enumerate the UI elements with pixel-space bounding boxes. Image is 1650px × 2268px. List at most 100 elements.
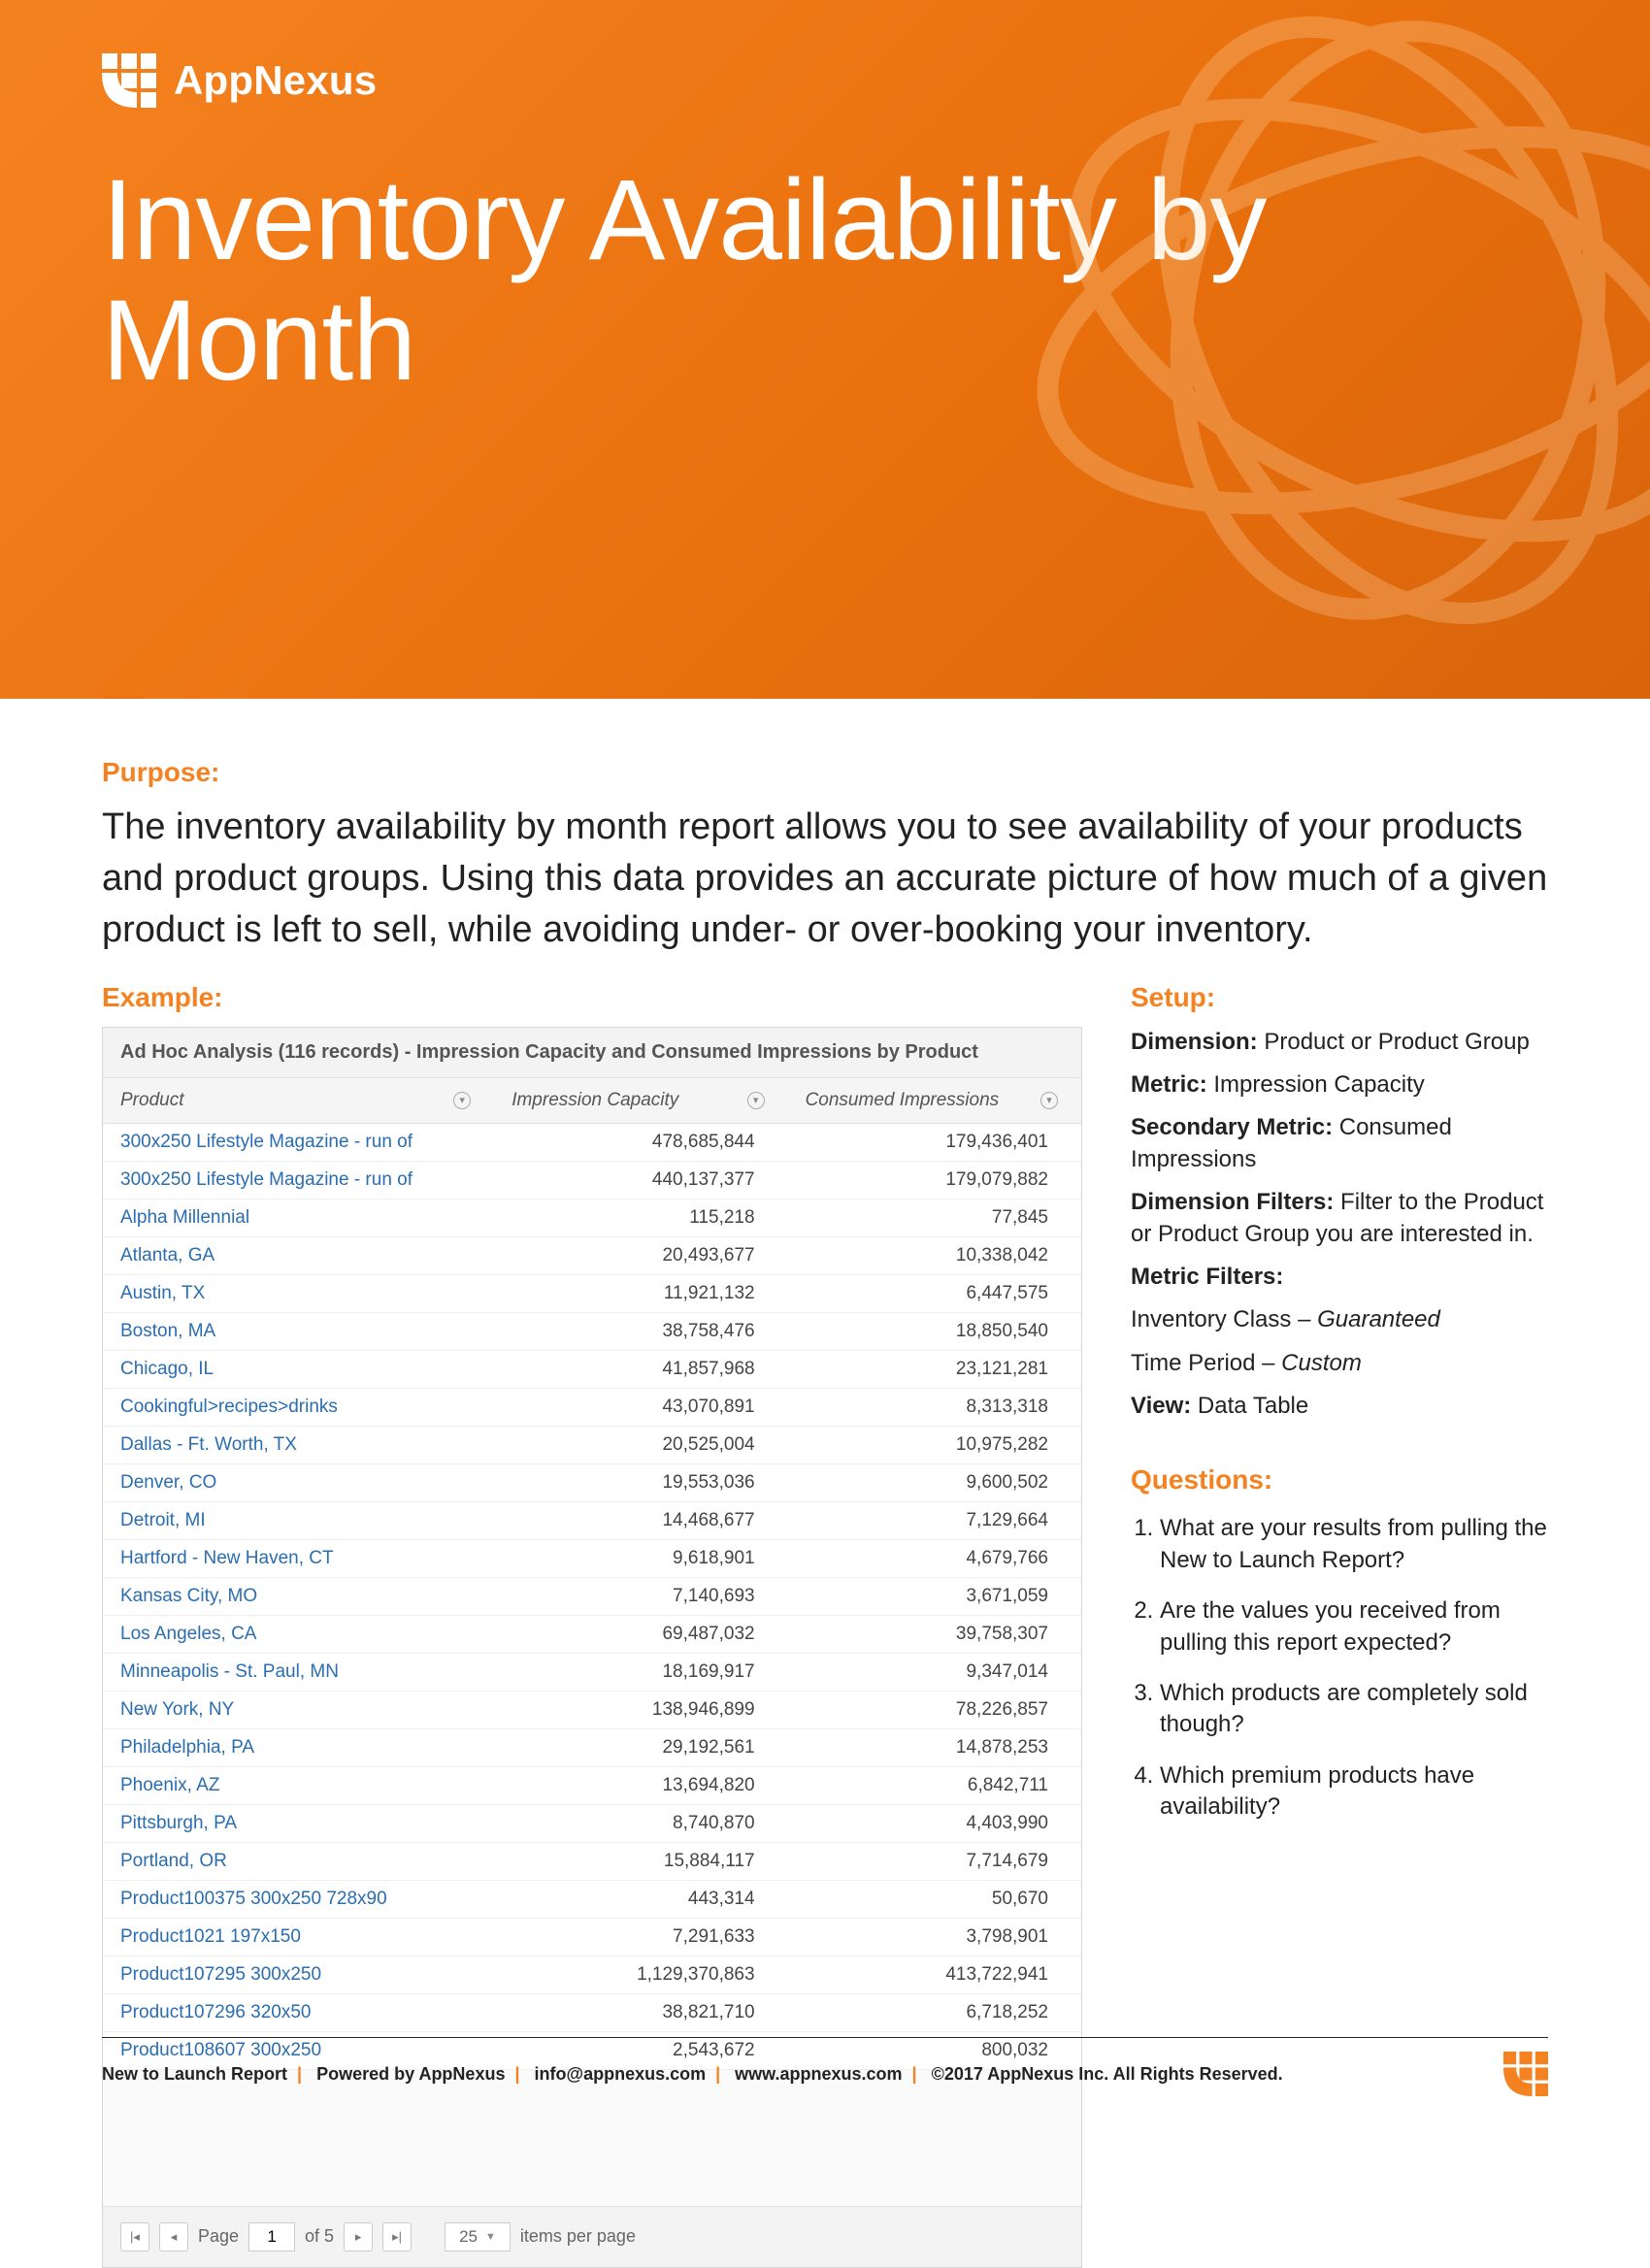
decorative-rings [951,0,1650,699]
setup-label: Setup: [1131,982,1548,1013]
cell-consumed: 50,670 [788,1880,1081,1918]
table-row: Denver, CO19,553,0369,600,502 [103,1463,1081,1501]
cell-consumed: 10,338,042 [788,1236,1081,1274]
cell-consumed: 39,758,307 [788,1615,1081,1653]
setup-dimension-filters: Dimension Filters: Filter to the Product… [1131,1187,1548,1250]
cell-product[interactable]: Dallas - Ft. Worth, TX [103,1426,494,1463]
cell-product[interactable]: Product100375 300x250 728x90 [103,1880,494,1918]
cell-capacity: 11,921,132 [494,1274,787,1312]
cell-consumed: 179,436,401 [788,1123,1081,1161]
pager-next-button[interactable]: ▸ [344,2222,373,2252]
sort-icon[interactable]: ▾ [747,1092,765,1109]
brand-name: AppNexus [174,57,377,104]
cell-capacity: 443,314 [494,1880,787,1918]
table-row: Pittsburgh, PA8,740,8704,403,990 [103,1804,1081,1842]
cell-capacity: 20,493,677 [494,1236,787,1274]
table-row: Product107296 320x5038,821,7106,718,252 [103,1993,1081,2031]
cell-consumed: 18,850,540 [788,1312,1081,1350]
cell-product[interactable]: Pittsburgh, PA [103,1804,494,1842]
pager-first-button[interactable]: |◂ [120,2222,149,2252]
cell-product[interactable]: Portland, OR [103,1842,494,1880]
cell-capacity: 1,129,370,863 [494,1956,787,1993]
cell-consumed: 6,447,575 [788,1274,1081,1312]
table-row: Hartford - New Haven, CT9,618,9014,679,7… [103,1539,1081,1577]
setup-metric-filters-label: Metric Filters: [1131,1262,1548,1293]
cell-consumed: 6,842,711 [788,1766,1081,1804]
cell-product[interactable]: 300x250 Lifestyle Magazine - run of [103,1161,494,1199]
cell-capacity: 43,070,891 [494,1388,787,1426]
cell-capacity: 41,857,968 [494,1350,787,1388]
cell-capacity: 15,884,117 [494,1842,787,1880]
setup-view: View: Data Table [1131,1391,1548,1422]
cell-product[interactable]: Austin, TX [103,1274,494,1312]
cell-consumed: 23,121,281 [788,1350,1081,1388]
cell-consumed: 413,722,941 [788,1956,1081,1993]
table-row: Product107295 300x2501,129,370,863413,72… [103,1956,1081,1993]
cell-consumed: 3,671,059 [788,1577,1081,1615]
cell-product[interactable]: Cookingful>recipes>drinks [103,1388,494,1426]
cell-product[interactable]: Product107295 300x250 [103,1956,494,1993]
cell-product[interactable]: Product107296 320x50 [103,1993,494,2031]
sort-icon[interactable]: ▾ [1040,1092,1058,1109]
cell-consumed: 9,347,014 [788,1653,1081,1691]
pager-of-label: of 5 [305,2226,334,2247]
question-item: Are the values you received from pulling… [1160,1595,1548,1659]
cell-product[interactable]: Product1021 197x150 [103,1918,494,1956]
cell-capacity: 69,487,032 [494,1615,787,1653]
table-row: Alpha Millennial115,21877,845 [103,1199,1081,1236]
setup-metric-filter-time: Time Period – Custom [1131,1348,1548,1379]
table-row: New York, NY138,946,89978,226,857 [103,1691,1081,1728]
cell-product[interactable]: Los Angeles, CA [103,1615,494,1653]
cell-capacity: 7,140,693 [494,1577,787,1615]
cell-product[interactable]: Phoenix, AZ [103,1766,494,1804]
table-row: Philadelphia, PA29,192,56114,878,253 [103,1728,1081,1766]
cell-product[interactable]: Kansas City, MO [103,1577,494,1615]
cell-capacity: 478,685,844 [494,1123,787,1161]
cell-capacity: 14,468,677 [494,1501,787,1539]
cell-product[interactable]: Minneapolis - St. Paul, MN [103,1653,494,1691]
cell-capacity: 20,525,004 [494,1426,787,1463]
pager-page-label: Page [198,2226,239,2247]
col-header-capacity[interactable]: Impression Capacity ▾ [494,1078,787,1124]
cell-consumed: 78,226,857 [788,1691,1081,1728]
cell-product[interactable]: Atlanta, GA [103,1236,494,1274]
table-row: Atlanta, GA20,493,67710,338,042 [103,1236,1081,1274]
sort-icon[interactable]: ▾ [453,1092,471,1109]
cell-product[interactable]: Detroit, MI [103,1501,494,1539]
cell-product[interactable]: Philadelphia, PA [103,1728,494,1766]
pager: |◂ ◂ Page of 5 ▸ ▸| 25 ▼ items per page [103,2206,1081,2267]
col-header-product[interactable]: Product ▾ [103,1078,494,1124]
cell-consumed: 77,845 [788,1199,1081,1236]
panel-title: Ad Hoc Analysis (116 records) - Impressi… [103,1028,1081,1078]
table-row: Phoenix, AZ13,694,8206,842,711 [103,1766,1081,1804]
cell-product[interactable]: 300x250 Lifestyle Magazine - run of [103,1123,494,1161]
header-banner: AppNexus Inventory Availability by Month [0,0,1650,699]
cell-capacity: 18,169,917 [494,1653,787,1691]
purpose-text: The inventory availability by month repo… [102,802,1548,957]
cell-product[interactable]: Chicago, IL [103,1350,494,1388]
content-area: Purpose: The inventory availability by m… [0,699,1650,2268]
setup-metric-filter-class: Inventory Class – Guaranteed [1131,1304,1548,1335]
pager-perpage-select[interactable]: 25 ▼ [445,2222,511,2252]
setup-dimension: Dimension: Product or Product Group [1131,1027,1548,1058]
cell-consumed: 7,129,664 [788,1501,1081,1539]
pager-prev-button[interactable]: ◂ [159,2222,188,2252]
pager-page-input[interactable] [248,2222,295,2252]
pager-last-button[interactable]: ▸| [382,2222,412,2252]
table-row: Product1021 197x1507,291,6333,798,901 [103,1918,1081,1956]
table-row: 300x250 Lifestyle Magazine - run of440,1… [103,1161,1081,1199]
setup-metric: Metric: Impression Capacity [1131,1069,1548,1101]
question-item: Which products are completely sold thoug… [1160,1678,1548,1741]
cell-product[interactable]: Hartford - New Haven, CT [103,1539,494,1577]
table-row: Austin, TX11,921,1326,447,575 [103,1274,1081,1312]
cell-product[interactable]: Denver, CO [103,1463,494,1501]
cell-consumed: 8,313,318 [788,1388,1081,1426]
cell-consumed: 7,714,679 [788,1842,1081,1880]
cell-product[interactable]: New York, NY [103,1691,494,1728]
cell-product[interactable]: Alpha Millennial [103,1199,494,1236]
cell-product[interactable]: Boston, MA [103,1312,494,1350]
pager-perpage-label: items per page [520,2226,636,2247]
purpose-label: Purpose: [102,757,1548,788]
cell-consumed: 4,679,766 [788,1539,1081,1577]
col-header-consumed[interactable]: Consumed Impressions ▾ [788,1078,1081,1124]
